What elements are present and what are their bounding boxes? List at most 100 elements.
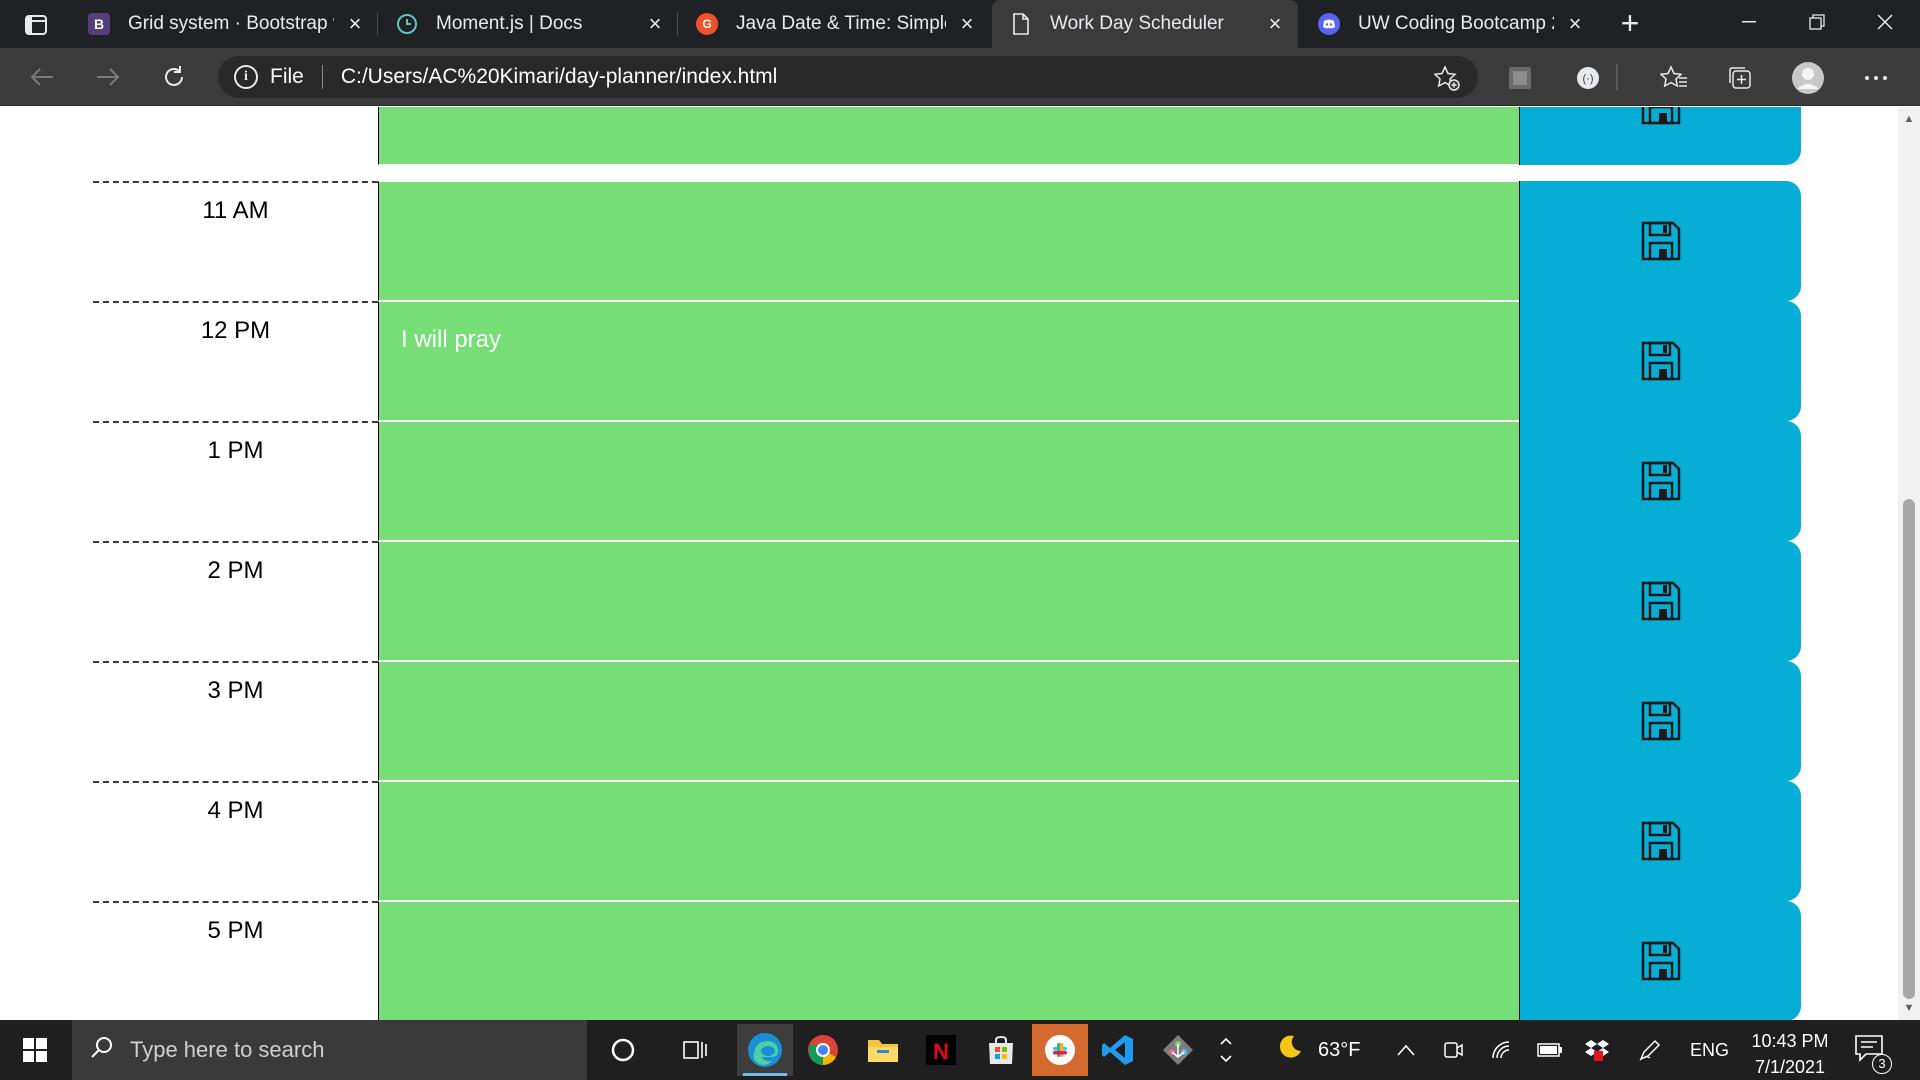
profile-avatar-icon[interactable]	[1790, 60, 1826, 96]
windows-taskbar: Type here to search N 63°F ENG 10:43 PM …	[0, 1020, 1920, 1080]
save-button[interactable]	[1519, 181, 1801, 301]
save-icon	[1641, 107, 1680, 125]
browser-toolbar: i File C:/Users/AC%20Kimari/day-planner/…	[0, 48, 1920, 106]
microsoft-store-icon[interactable]	[973, 1024, 1029, 1076]
pen-icon[interactable]	[1638, 1020, 1662, 1080]
taskbar-scroll-icon[interactable]	[1212, 1024, 1240, 1076]
dropbox-icon[interactable]	[1584, 1020, 1610, 1080]
close-window-icon[interactable]	[1852, 0, 1918, 44]
tab-actions-icon[interactable]	[14, 10, 58, 40]
favorites-icon[interactable]	[1656, 60, 1692, 96]
tab-uw-bootcamp[interactable]: UW Coding Bootcamp 20 ×	[1300, 0, 1598, 48]
tab-title: UW Coding Bootcamp 20	[1358, 13, 1554, 34]
event-description[interactable]	[378, 181, 1519, 301]
tab-bootstrap[interactable]: B Grid system · Bootstrap v4 ×	[70, 0, 378, 48]
file-explorer-icon[interactable]	[855, 1024, 911, 1076]
save-button[interactable]	[1519, 541, 1801, 661]
tab-title: Moment.js | Docs	[436, 13, 583, 34]
refresh-icon[interactable]	[154, 58, 194, 96]
slack-icon[interactable]	[1032, 1024, 1088, 1076]
site-info-icon[interactable]: i	[234, 65, 258, 89]
add-favorite-icon[interactable]	[1433, 65, 1460, 97]
scrollbar-thumb[interactable]	[1903, 499, 1915, 999]
hour-label: 12 PM	[93, 301, 378, 421]
new-tab-button[interactable]: +	[1612, 6, 1648, 42]
save-icon	[1641, 701, 1680, 741]
time-block-3pm: 3 PM	[93, 661, 1801, 781]
toolbar-divider	[1616, 64, 1618, 90]
save-button[interactable]	[1519, 781, 1801, 901]
tab-moment[interactable]: Moment.js | Docs ×	[378, 0, 678, 48]
save-button[interactable]	[1519, 661, 1801, 781]
extension-round-icon[interactable]: (·)	[1570, 60, 1606, 96]
save-button[interactable]	[1519, 421, 1801, 541]
moon-icon	[1274, 1032, 1304, 1068]
meet-now-icon[interactable]	[1442, 1020, 1464, 1080]
tray-overflow-icon[interactable]	[1396, 1020, 1416, 1080]
edge-browser-icon[interactable]	[737, 1024, 793, 1076]
close-tab-icon[interactable]: ×	[344, 13, 366, 35]
wifi-icon[interactable]	[1490, 1020, 1512, 1080]
hour-label: 4 PM	[93, 781, 378, 901]
forward-icon[interactable]	[88, 58, 128, 96]
notification-count: 3	[1872, 1054, 1892, 1074]
address-bar[interactable]: i File C:/Users/AC%20Kimari/day-planner/…	[218, 56, 1478, 98]
hour-label	[93, 107, 378, 165]
hour-label: 3 PM	[93, 661, 378, 781]
guru99-icon: G	[696, 13, 718, 35]
svg-text:N: N	[933, 1039, 949, 1064]
event-description[interactable]	[378, 901, 1519, 1020]
tab-work-day-scheduler[interactable]: Work Day Scheduler ×	[992, 0, 1298, 48]
gitkraken-icon[interactable]	[1150, 1024, 1206, 1076]
tab-java-date[interactable]: G Java Date & Time: SimpleD ×	[678, 0, 990, 48]
close-tab-icon[interactable]: ×	[1564, 13, 1586, 35]
taskbar-clock[interactable]: 10:43 PM 7/1/2021	[1740, 1028, 1840, 1080]
time-block-11am: 11 AM	[93, 181, 1801, 301]
more-options-icon[interactable]	[1858, 60, 1894, 96]
save-button[interactable]	[1519, 107, 1801, 165]
save-button[interactable]	[1519, 301, 1801, 421]
clock-icon	[396, 13, 418, 35]
tab-strip: B Grid system · Bootstrap v4 × Moment.js…	[0, 0, 1920, 48]
save-icon	[1641, 221, 1680, 261]
cortana-icon[interactable]	[595, 1024, 651, 1076]
save-icon	[1641, 941, 1680, 981]
clock-time: 10:43 PM	[1751, 1031, 1829, 1051]
close-tab-icon[interactable]: ×	[644, 13, 666, 35]
chrome-icon[interactable]	[795, 1024, 851, 1076]
minimize-icon[interactable]	[1716, 0, 1782, 44]
close-tab-icon[interactable]: ×	[956, 13, 978, 35]
vscode-icon[interactable]	[1090, 1024, 1146, 1076]
page-scrollbar[interactable]: ▲ ▼	[1898, 107, 1920, 1020]
weather-widget[interactable]: 63°F	[1274, 1020, 1360, 1080]
windows-start-icon[interactable]	[0, 1020, 70, 1080]
save-button[interactable]	[1519, 901, 1801, 1020]
task-view-icon[interactable]	[667, 1024, 723, 1076]
event-description[interactable]	[378, 661, 1519, 781]
address-url[interactable]: C:/Users/AC%20Kimari/day-planner/index.h…	[341, 65, 778, 89]
back-icon[interactable]	[22, 58, 62, 96]
restore-icon[interactable]	[1784, 0, 1850, 44]
event-description[interactable]	[378, 541, 1519, 661]
hour-label: 5 PM	[93, 901, 378, 1020]
event-description[interactable]	[378, 781, 1519, 901]
time-block-5pm: 5 PM	[93, 901, 1801, 1020]
scroll-up-icon[interactable]: ▲	[1902, 113, 1916, 127]
time-block-12pm: 12 PM I will pray	[93, 301, 1801, 421]
search-icon	[90, 1035, 114, 1065]
collections-icon[interactable]	[1722, 60, 1758, 96]
close-tab-icon[interactable]: ×	[1264, 13, 1286, 35]
event-description[interactable]	[378, 107, 1519, 165]
action-center-icon[interactable]: 3	[1854, 1034, 1892, 1074]
language-indicator[interactable]: ENG	[1690, 1020, 1729, 1080]
netflix-icon[interactable]: N	[913, 1024, 969, 1076]
extension-icon[interactable]	[1502, 60, 1538, 96]
event-description[interactable]	[378, 421, 1519, 541]
battery-icon[interactable]	[1536, 1020, 1564, 1080]
tab-title: Work Day Scheduler	[1050, 13, 1224, 34]
scroll-down-icon[interactable]: ▼	[1902, 1002, 1916, 1016]
event-description[interactable]: I will pray	[378, 301, 1519, 421]
taskbar-search-box[interactable]: Type here to search	[72, 1020, 587, 1080]
time-block-4pm: 4 PM	[93, 781, 1801, 901]
tab-title: Java Date & Time: SimpleD	[736, 13, 946, 34]
